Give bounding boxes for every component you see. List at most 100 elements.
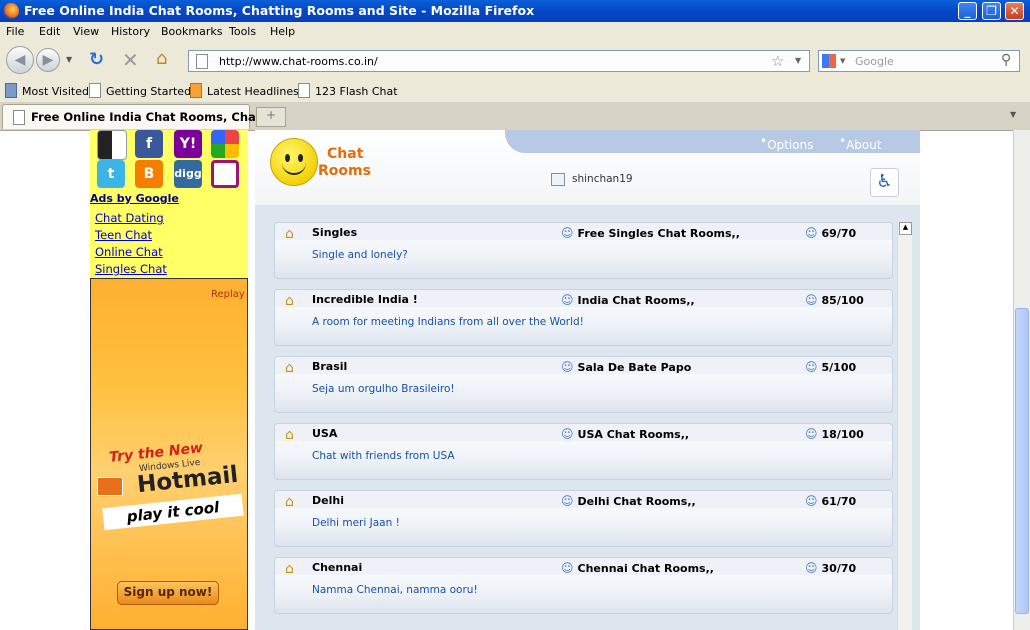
- room-title[interactable]: ☺ India Chat Rooms,,: [561, 293, 695, 307]
- page-icon: [89, 83, 101, 98]
- ad-replay-link[interactable]: Replay: [211, 289, 245, 300]
- folder-icon: [5, 83, 17, 98]
- logo-text-rooms: Rooms: [318, 163, 371, 179]
- envelope-icon: [97, 477, 123, 496]
- stop-icon[interactable]: ✕: [122, 48, 139, 72]
- room-description: Namma Chennai, namma ooru!: [312, 584, 478, 596]
- ad-link-singles-chat[interactable]: Singles Chat: [95, 262, 167, 276]
- room-row[interactable]: ⌂ Brasil ☺ Sala De Bate Papo ☺ 5/100 Seja um o…: [274, 356, 893, 413]
- user-card-icon: [551, 173, 565, 186]
- about-link[interactable]: • About: [839, 134, 882, 152]
- menu-history[interactable]: History: [111, 25, 150, 38]
- room-count: ☺ 18/100: [805, 427, 864, 441]
- list-tabs-icon[interactable]: ▼: [1010, 110, 1016, 119]
- people-icon: ☺: [561, 561, 574, 575]
- browser-scrollbar[interactable]: [1013, 130, 1030, 630]
- forward-button[interactable]: ▶: [36, 48, 60, 72]
- room-title[interactable]: ☺ Delhi Chat Rooms,,: [561, 494, 696, 508]
- room-name[interactable]: Brasil: [312, 360, 347, 373]
- search-box[interactable]: ▼ Google ⚲: [818, 50, 1020, 72]
- star-icon[interactable]: ☆: [771, 52, 784, 70]
- username-label: shinchan19: [572, 173, 633, 185]
- url-text[interactable]: http://www.chat-rooms.co.in/: [219, 55, 378, 68]
- facebook-icon[interactable]: f: [135, 130, 163, 158]
- bookmark-most-visited[interactable]: Most Visited: [5, 83, 89, 98]
- menu-edit[interactable]: Edit: [39, 25, 60, 38]
- room-title[interactable]: ☺ Free Singles Chat Rooms,,: [561, 226, 740, 240]
- bookmark-getting-started[interactable]: Getting Started: [89, 83, 191, 98]
- menu-view[interactable]: View: [73, 25, 99, 38]
- accessibility-icon[interactable]: ♿: [870, 168, 899, 197]
- menu-tools[interactable]: Tools: [229, 25, 256, 38]
- bookmark-latest-headlines[interactable]: Latest Headlines: [190, 83, 299, 98]
- options-link[interactable]: • Options: [760, 134, 813, 152]
- people-icon: ☺: [561, 427, 574, 441]
- browser-scroll-thumb[interactable]: [1015, 308, 1029, 614]
- room-title[interactable]: ☺ USA Chat Rooms,,: [561, 427, 689, 441]
- room-list-scrollbar[interactable]: ▲: [897, 222, 912, 630]
- menu-file[interactable]: File: [6, 25, 24, 38]
- home-icon[interactable]: ⌂: [285, 494, 294, 510]
- close-button[interactable]: ✕: [1005, 2, 1024, 20]
- room-title[interactable]: ☺ Sala De Bate Papo: [561, 360, 691, 374]
- people-icon: ☺: [561, 293, 574, 307]
- room-name[interactable]: Singles: [312, 226, 357, 239]
- tab-active[interactable]: Free Online India Chat Rooms, Chatti...: [2, 104, 284, 129]
- ad-link-online-chat[interactable]: Online Chat: [95, 245, 163, 259]
- history-dropdown-icon[interactable]: ▼: [66, 55, 72, 64]
- google-buzz-icon[interactable]: [211, 130, 239, 158]
- reload-icon[interactable]: ↻: [89, 49, 104, 70]
- page-icon: [196, 54, 208, 69]
- search-icon[interactable]: ⚲: [1001, 52, 1011, 68]
- ad-link-teen-chat[interactable]: Teen Chat: [95, 228, 152, 242]
- people-icon: ☺: [561, 360, 574, 374]
- delicious-icon[interactable]: [97, 130, 127, 160]
- room-name[interactable]: USA: [312, 427, 337, 440]
- home-icon[interactable]: ⌂: [285, 226, 294, 242]
- new-tab-button[interactable]: +: [256, 107, 286, 127]
- firefox-icon: [3, 3, 19, 19]
- room-row[interactable]: ⌂ USA ☺ USA Chat Rooms,, ☺ 18/100 Chat with fr…: [274, 423, 893, 480]
- room-name[interactable]: Chennai: [312, 561, 362, 574]
- home-icon[interactable]: ⌂: [285, 427, 294, 443]
- hotmail-banner-ad[interactable]: Replay Try the New Windows Live Hotmail …: [90, 278, 248, 630]
- maximize-button[interactable]: ❐: [982, 2, 1001, 20]
- room-row[interactable]: ⌂ Chennai ☺ Chennai Chat Rooms,, ☺ 30/70 Namma…: [274, 557, 893, 614]
- search-placeholder[interactable]: Google: [855, 55, 894, 68]
- room-name[interactable]: Delhi: [312, 494, 344, 507]
- home-icon[interactable]: ⌂: [156, 48, 167, 69]
- url-bar[interactable]: http://www.chat-rooms.co.in/ ☆ ▼: [188, 50, 810, 72]
- room-title[interactable]: ☺ Chennai Chat Rooms,,: [561, 561, 714, 575]
- orkut-icon[interactable]: [211, 160, 239, 188]
- back-button[interactable]: ◀: [6, 46, 34, 74]
- menu-bookmarks[interactable]: Bookmarks: [161, 25, 222, 38]
- ad-link-chat-dating[interactable]: Chat Dating: [95, 211, 164, 225]
- yahoo-icon[interactable]: Y!: [174, 130, 202, 158]
- logo-text-chat: Chat: [327, 146, 364, 162]
- home-icon[interactable]: ⌂: [285, 360, 294, 376]
- engine-dropdown-icon[interactable]: ▼: [840, 57, 845, 65]
- ad-signup-button[interactable]: Sign up now!: [117, 581, 219, 605]
- users-icon: ☺: [805, 494, 818, 508]
- room-row[interactable]: ⌂ Delhi ☺ Delhi Chat Rooms,, ☺ 61/70 Delhi mer…: [274, 490, 893, 547]
- blogger-icon[interactable]: B: [135, 160, 163, 188]
- chat-menu-bar: • Options • About: [505, 130, 920, 153]
- home-icon[interactable]: ⌂: [285, 561, 294, 577]
- digg-icon[interactable]: digg: [174, 160, 202, 188]
- room-description: Seja um orgulho Brasileiro!: [312, 383, 455, 395]
- bookmark-123-flash-chat[interactable]: 123 Flash Chat: [298, 83, 398, 98]
- url-dropdown-icon[interactable]: ▼: [795, 56, 801, 65]
- google-icon[interactable]: [822, 54, 836, 68]
- ads-by-google-label[interactable]: Ads by Google: [90, 192, 179, 205]
- twitter-icon[interactable]: t: [97, 160, 125, 188]
- minimize-button[interactable]: _: [958, 2, 977, 20]
- scroll-up-arrow-icon[interactable]: ▲: [899, 222, 912, 235]
- users-icon: ☺: [805, 360, 818, 374]
- room-description: A room for meeting Indians from all over…: [312, 316, 584, 328]
- home-icon[interactable]: ⌂: [285, 293, 294, 309]
- room-name[interactable]: Incredible India !: [312, 293, 418, 306]
- menu-help[interactable]: Help: [270, 25, 295, 38]
- room-row[interactable]: ⌂ Singles ☺ Free Singles Chat Rooms,, ☺ 69/70…: [274, 222, 893, 279]
- page-icon: [298, 83, 310, 98]
- room-row[interactable]: ⌂ Incredible India ! ☺ India Chat Rooms,, ☺ 8…: [274, 289, 893, 346]
